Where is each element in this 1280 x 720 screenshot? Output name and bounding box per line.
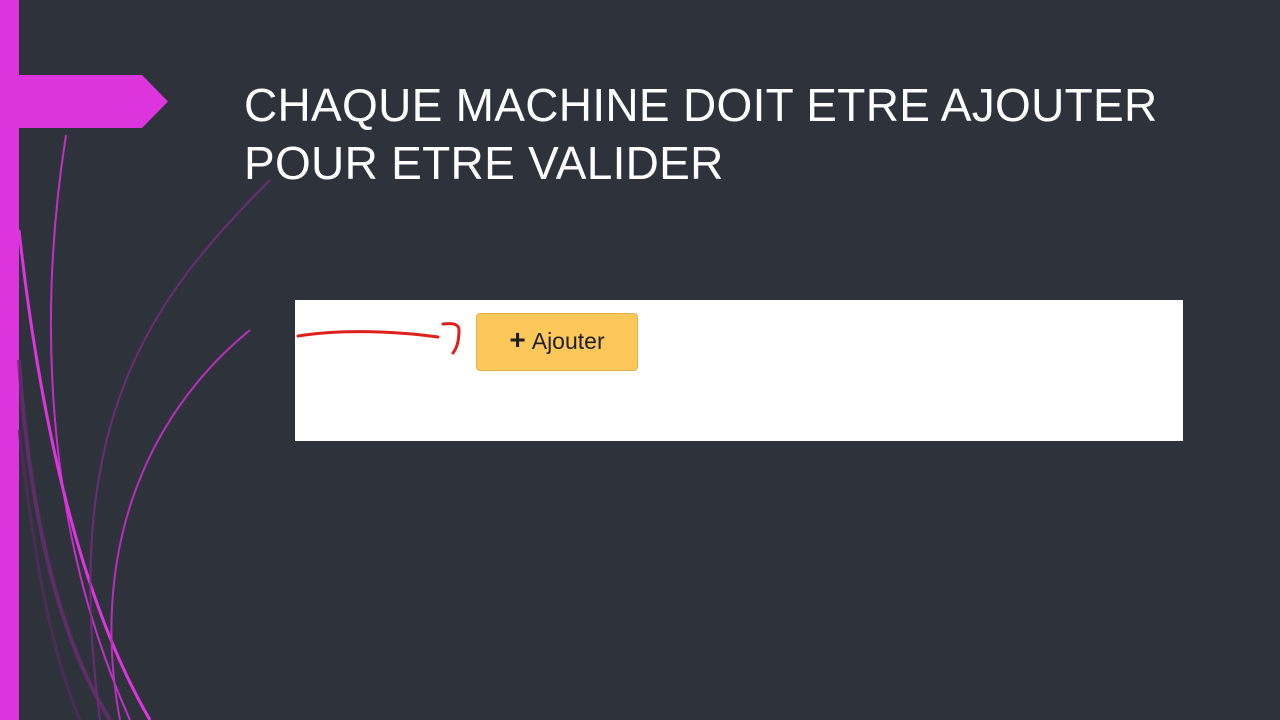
embedded-screenshot: + Ajouter [295, 300, 1183, 441]
title-arrow-marker [0, 75, 168, 128]
plus-icon: + [509, 323, 526, 355]
add-button-label: Ajouter [531, 327, 605, 354]
add-button[interactable]: + Ajouter [476, 313, 638, 371]
slide-title: CHAQUE MACHINE DOIT ETRE AJOUTER POUR ET… [244, 79, 1158, 189]
red-pen-arrow-annotation [296, 322, 461, 355]
